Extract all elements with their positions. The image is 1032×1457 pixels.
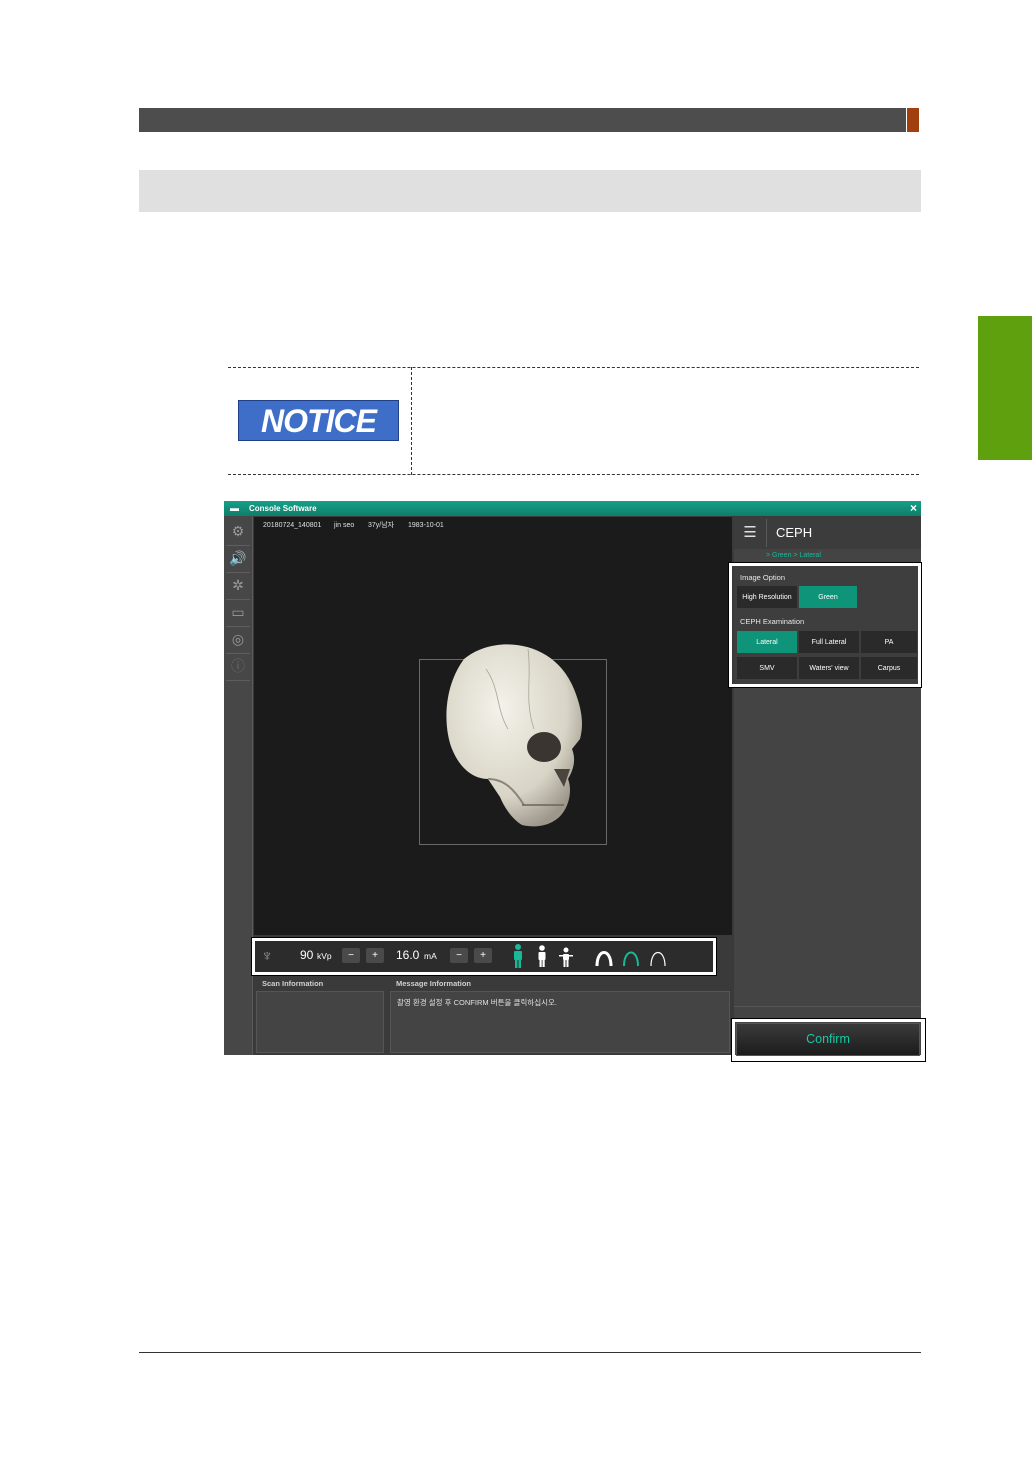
notice-badge: NOTICE [238,400,399,441]
confirm-callout-box [731,1018,926,1062]
notice-divider [411,367,412,475]
message-info-panel: 촬영 환경 설정 후 CONFIRM 버튼을 클릭하십시오. [390,991,730,1053]
toolbar-separator [226,653,250,654]
target-icon[interactable]: ◎ [229,630,247,648]
sound-icon[interactable]: 🔊 [229,549,247,567]
hamburger-menu-icon[interactable]: ☰ [740,525,760,541]
message-text: 촬영 환경 설정 후 CONFIRM 버튼을 클릭하십시오. [397,998,557,1007]
header-accent [907,108,919,132]
footer-line [139,1352,921,1353]
mode-title: CEPH [776,525,813,540]
skull-image [446,644,582,827]
settings-icon[interactable]: ⚙ [229,522,247,540]
notice-top-border [228,367,919,368]
close-button[interactable]: × [906,501,921,516]
message-info-header: Message Information [390,978,730,990]
toolbar-separator [226,626,250,627]
app-logo-icon: ▬ [230,503,239,513]
scan-info-panel [256,991,384,1053]
title-bar: ▬ Console Software × [224,501,921,516]
exposure-callout-box [251,937,717,976]
chapter-side-tab [978,316,1032,460]
header-bar [139,108,906,132]
left-toolbar: ⚙ 🔊 ✲ ▭ ◎ ⓘ [224,516,253,1055]
window-title: Console Software [249,504,317,513]
monitor-icon[interactable]: ▭ [229,603,247,621]
options-callout-box [728,562,922,688]
patient-age-sex: 37y/남자 [368,522,395,529]
patient-id: 20180724_140801 [263,522,322,529]
toolbar-separator [226,572,250,573]
panel-header: ☰ CEPH [734,517,921,549]
toolbar-separator [226,545,250,546]
info-icon[interactable]: ⓘ [229,657,247,675]
patient-birthdate: 1983-10-01 [408,522,444,529]
panel-separator [734,1006,921,1007]
scan-info-header: Scan Information [254,978,384,990]
patient-name: jin seo [334,522,355,529]
image-viewer[interactable]: 20180724_140801 jin seo 37y/남자 1983-10-0… [254,517,732,935]
toolbar-separator [226,680,250,681]
laser-icon[interactable]: ✲ [229,576,247,594]
section-band [139,170,921,212]
breadcrumb: > Green > Lateral [766,552,821,559]
message-info-label: Message Information [396,979,472,988]
scan-info-label: Scan Information [262,979,324,988]
header-separator [766,519,767,547]
notice-bottom-border [228,474,919,475]
toolbar-separator [226,599,250,600]
